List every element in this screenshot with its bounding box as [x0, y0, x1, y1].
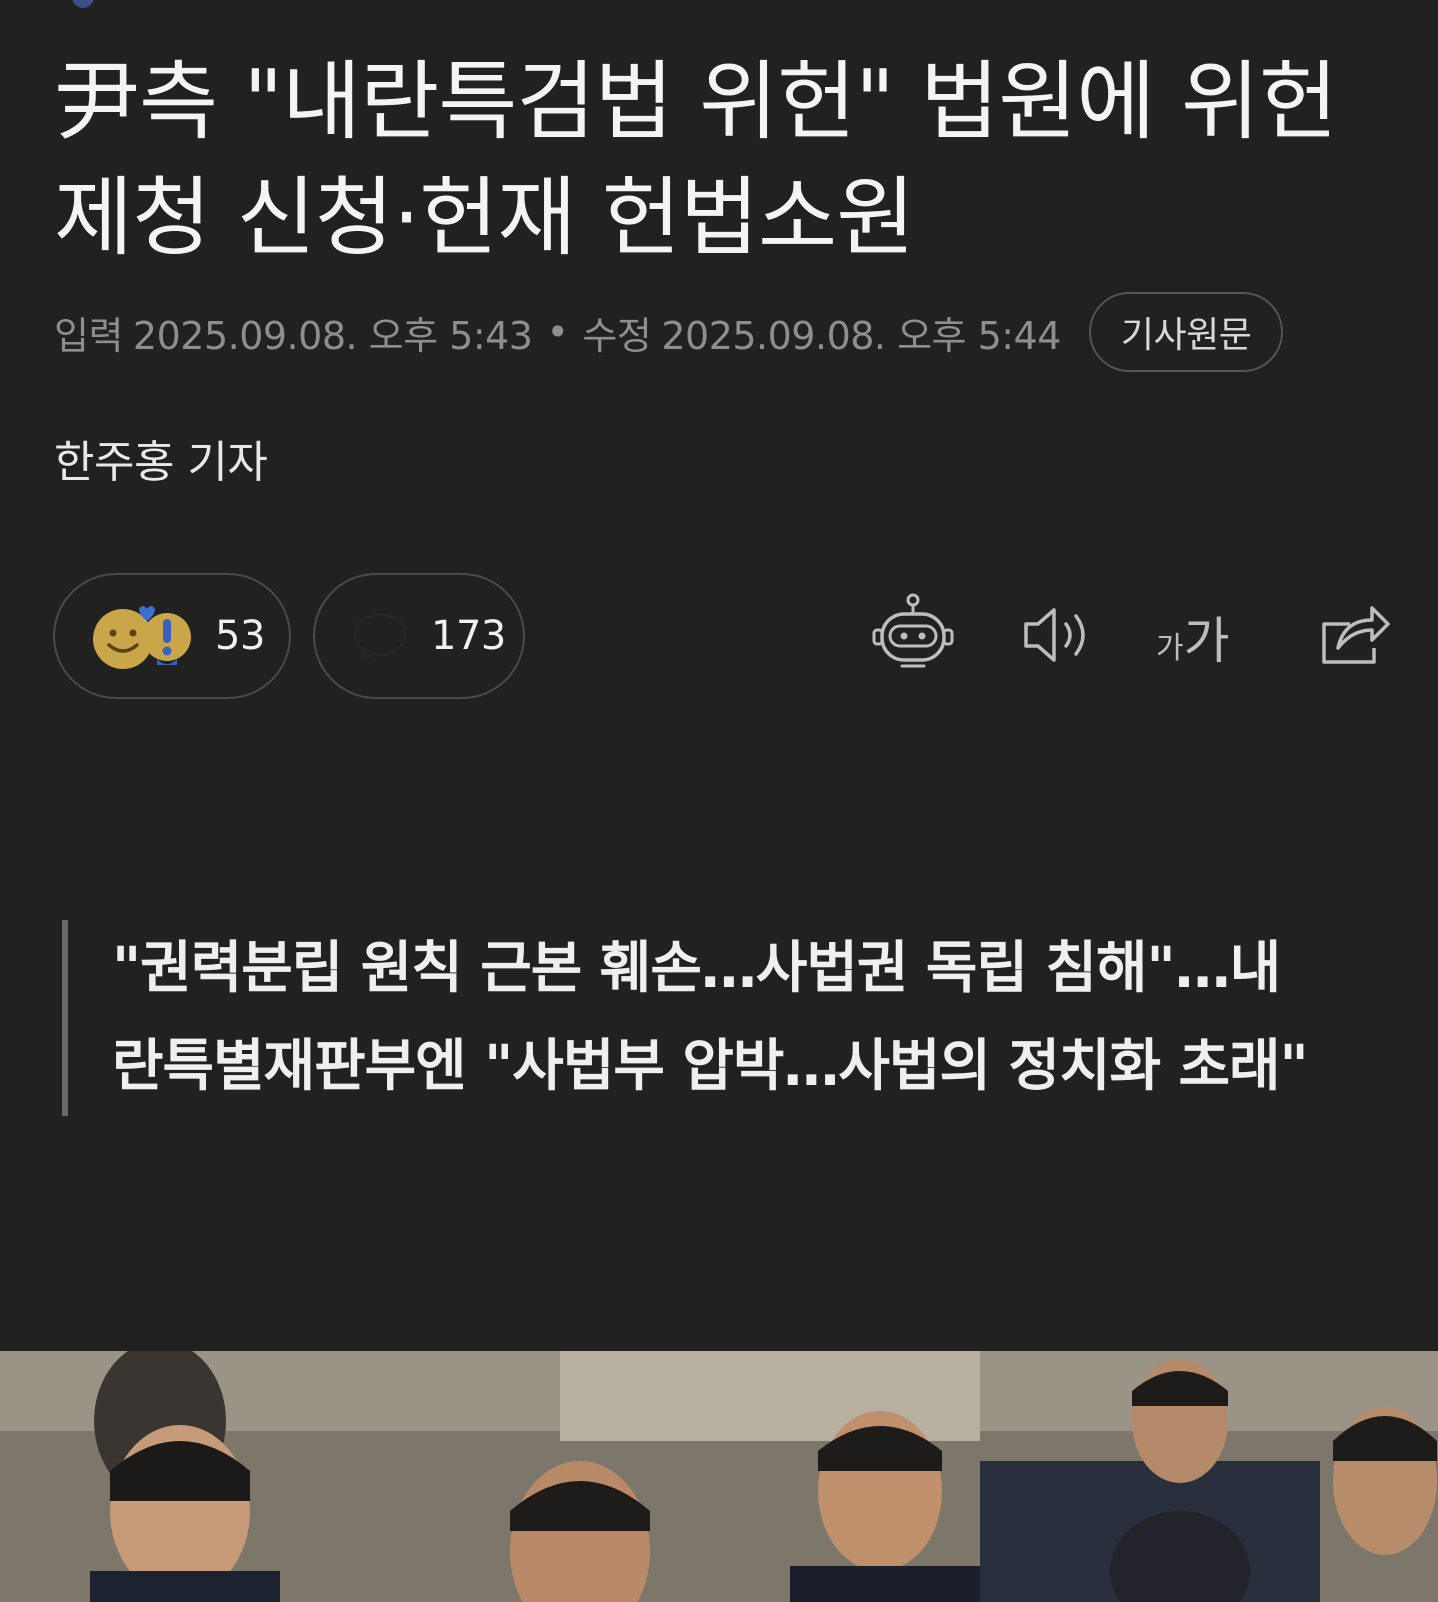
- share-icon: [1322, 606, 1390, 664]
- news-photo-image: [0, 1351, 1438, 1602]
- font-size-icon: 가 가: [1156, 590, 1266, 670]
- audio-button[interactable]: [1012, 590, 1102, 680]
- surprise-emoji-icon: [143, 613, 191, 665]
- modified-label: 수정: [582, 313, 652, 358]
- summary-button[interactable]: [868, 590, 958, 680]
- modified-time: 2025.09.08. 오후 5:44: [661, 313, 1061, 358]
- robot-icon: [872, 593, 954, 668]
- comment-bubble-icon: [353, 613, 407, 661]
- meta-separator: •: [546, 310, 569, 354]
- article-meta: 입력 2025.09.08. 오후 5:43 • 수정 2025.09.08. …: [54, 290, 1284, 374]
- article-headline: 尹측 "내란특검법 위헌" 법원에 위헌 제청 신청·헌재 헌법소원: [54, 52, 1338, 268]
- share-button[interactable]: [1308, 590, 1398, 680]
- comment-count: 173: [431, 613, 506, 659]
- reaction-count: 53: [215, 613, 265, 659]
- reaction-button[interactable]: 53: [53, 573, 291, 699]
- font-size-large-glyph: 가: [1183, 612, 1230, 670]
- reaction-emojis: [91, 601, 197, 671]
- smile-emoji-icon: [93, 606, 191, 669]
- input-label: 입력: [54, 313, 123, 358]
- font-size-button[interactable]: 가 가: [1156, 590, 1266, 680]
- input-time: 2025.09.08. 오후 5:43: [132, 313, 533, 358]
- font-size-small-glyph: 가: [1156, 631, 1184, 666]
- press-logo-fragment: [72, 0, 94, 8]
- reporter-byline[interactable]: 한주홍 기자: [54, 426, 268, 490]
- speaker-icon: [1024, 608, 1085, 662]
- comment-button[interactable]: 173: [313, 573, 525, 699]
- article-subheadline: "권력분립 원칙 근본 훼손…사법권 독립 침해"…내 란특별재판부엔 "사법부…: [62, 920, 1402, 1116]
- original-article-button[interactable]: 기사원문: [1088, 292, 1284, 372]
- subheadline-text: "권력분립 원칙 근본 훼손…사법권 독립 침해"…내 란특별재판부엔 "사법부…: [112, 936, 1309, 1099]
- article-photo[interactable]: [0, 1351, 1438, 1602]
